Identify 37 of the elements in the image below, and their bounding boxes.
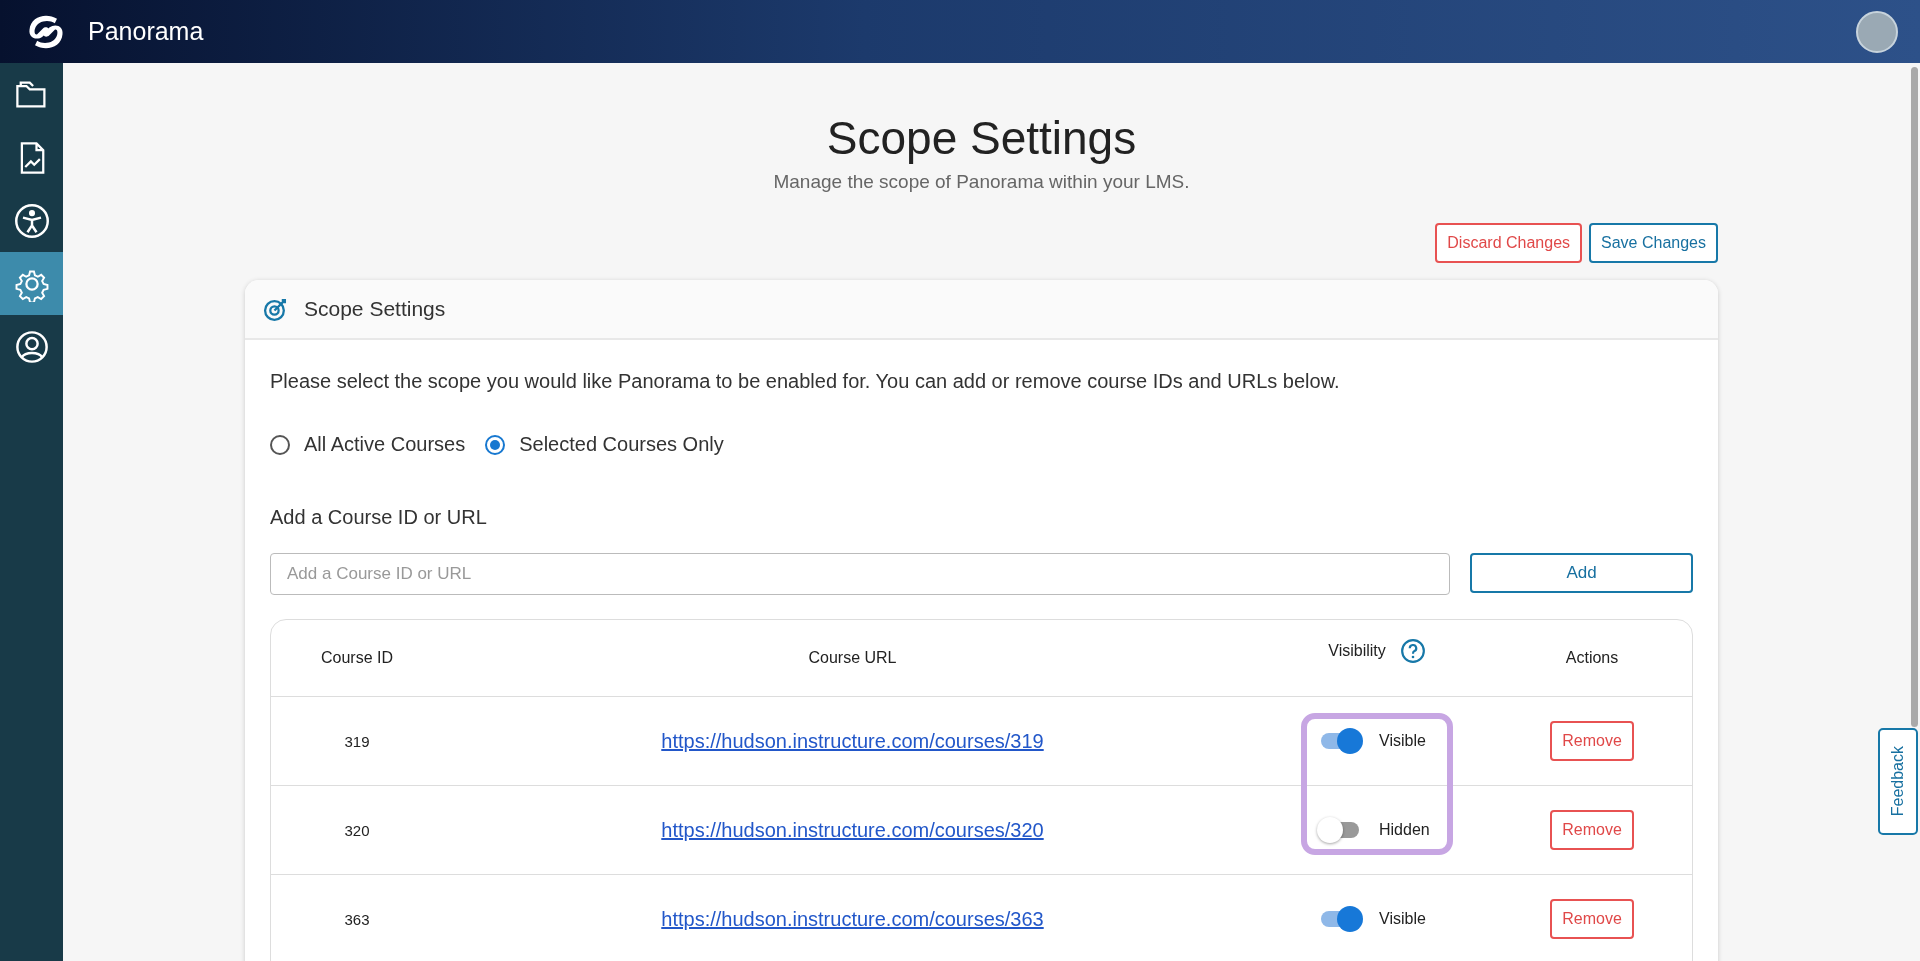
card-title: Scope Settings [304, 297, 446, 321]
user-icon [13, 328, 50, 365]
field-label: Add a Course ID or URL [270, 506, 488, 529]
scope-radio-option[interactable]: All Active Courses [270, 433, 466, 456]
radio-button[interactable] [485, 434, 506, 455]
feedback-tab[interactable]: Feedback [1878, 728, 1918, 835]
visibility-label: Hidden [1379, 821, 1431, 839]
course-url-link[interactable]: https://hudson.instructure.com/courses/320 [661, 818, 1044, 842]
remove-button[interactable]: Remove [1550, 810, 1634, 850]
column-header: Course URL [807, 649, 898, 667]
page-title: Scope Settings [826, 111, 1137, 165]
column-header: Course ID [320, 649, 394, 667]
course-id-cell-text: 363 [343, 910, 371, 928]
visibility-label: Visible [1379, 732, 1427, 750]
app-name: Panorama [88, 17, 204, 46]
save-changes-button[interactable]: Save Changes [1589, 223, 1718, 263]
course-input-field[interactable]: Add a Course ID or URL [270, 553, 1450, 595]
intro-text: Please select the scope you would like Panorama to be enabled for. You can add or remove course IDs and URLs below. [270, 370, 1341, 393]
target-icon [263, 296, 288, 322]
column-header: Actions [1564, 649, 1620, 667]
radio-label: All Active Courses [304, 433, 466, 456]
avatar[interactable] [1856, 10, 1898, 53]
discard-changes-button[interactable]: Discard Changes [1435, 223, 1583, 263]
course-id-cell-text: 320 [343, 821, 371, 839]
add-button[interactable]: Add [1470, 553, 1693, 593]
course-url-link[interactable]: https://hudson.instructure.com/courses/319 [661, 729, 1044, 753]
page-subtitle: Manage the scope of Panorama within your LMS. [773, 171, 1190, 193]
visibility-label: Visible [1379, 910, 1427, 928]
radio-button[interactable] [270, 434, 290, 455]
remove-button[interactable]: Remove [1550, 721, 1634, 761]
column-header: Visibility [1328, 642, 1386, 660]
scrollbar[interactable] [1911, 67, 1918, 727]
help-icon[interactable] [1399, 638, 1426, 664]
course-id-cell-text: 319 [343, 732, 371, 750]
accessibility-icon [13, 202, 50, 239]
remove-button[interactable]: Remove [1550, 899, 1634, 939]
course-url-link[interactable]: https://hudson.instructure.com/courses/363 [661, 907, 1044, 931]
